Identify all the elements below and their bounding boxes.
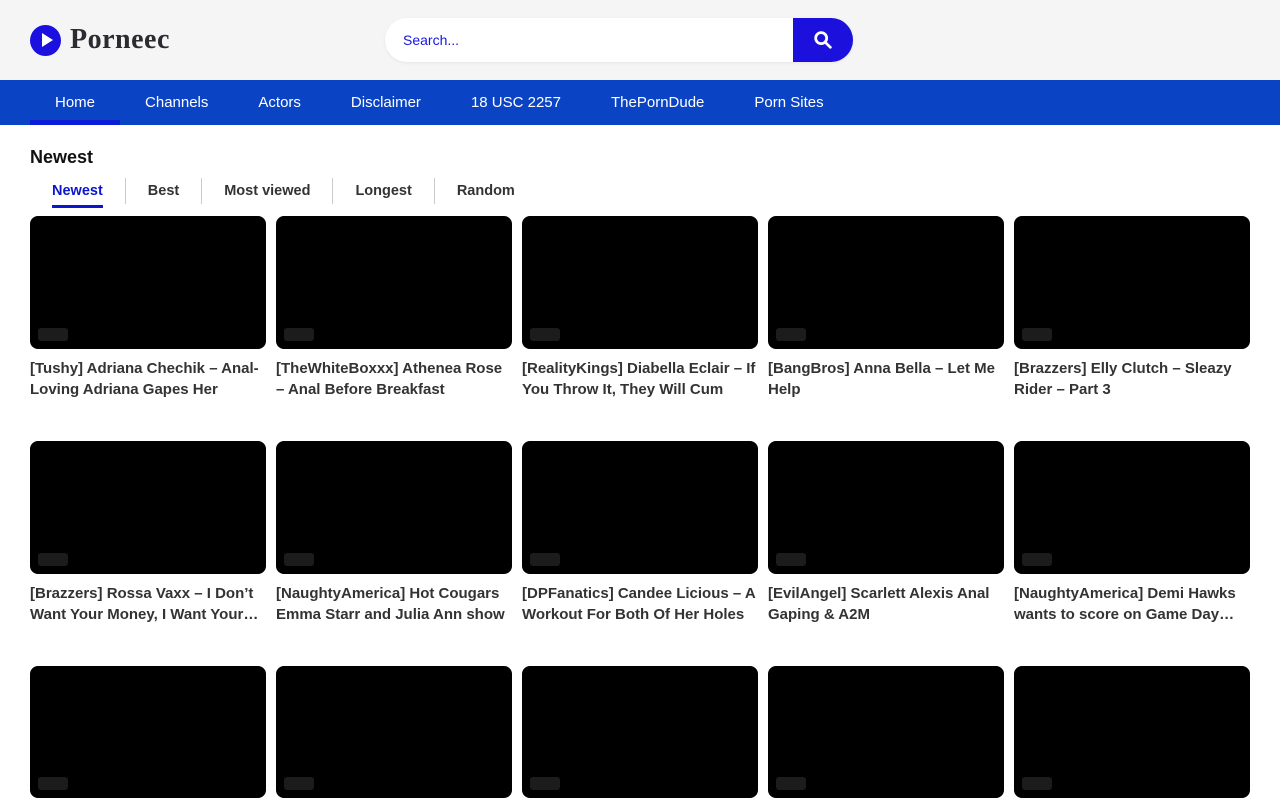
video-thumbnail[interactable] (1014, 216, 1250, 349)
video-card-2[interactable]: [TheWhiteBoxxx] Athenea Rose – Anal Befo… (276, 216, 512, 400)
nav-item-channels[interactable]: Channels (120, 80, 233, 125)
duration-badge (1022, 777, 1052, 790)
duration-badge (38, 553, 68, 566)
video-title[interactable]: [NaughtyAmerica] Hot Cougars Emma Starr … (276, 583, 512, 625)
duration-badge (38, 777, 68, 790)
duration-badge (284, 553, 314, 566)
video-title[interactable]: [RealityKings] Diabella Eclair – If You … (522, 358, 758, 400)
nav-item-label: Porn Sites (754, 94, 823, 111)
video-thumbnail[interactable] (768, 666, 1004, 799)
video-thumbnail[interactable] (276, 666, 512, 799)
main-content: Newest Newest Best Most viewed Longest R… (0, 147, 1280, 800)
sort-tab-label: Newest (52, 183, 103, 208)
nav-item-porn-sites[interactable]: Porn Sites (729, 80, 848, 125)
nav-item-label: Disclaimer (351, 94, 421, 111)
video-card-12[interactable] (276, 666, 512, 800)
video-title[interactable]: [Tushy] Adriana Chechik – Anal-Loving Ad… (30, 358, 266, 400)
sort-tab-best[interactable]: Best (126, 178, 202, 204)
video-card-7[interactable]: [NaughtyAmerica] Hot Cougars Emma Starr … (276, 441, 512, 625)
search-button[interactable] (793, 18, 853, 62)
video-thumbnail[interactable] (30, 216, 266, 349)
video-thumbnail[interactable] (276, 216, 512, 349)
video-card-4[interactable]: [BangBros] Anna Bella – Let Me Help (768, 216, 1004, 400)
video-thumbnail[interactable] (30, 441, 266, 574)
duration-badge (284, 777, 314, 790)
site-header: Porneec (0, 0, 1280, 80)
sort-tab-longest[interactable]: Longest (333, 178, 434, 204)
video-title[interactable]: [Brazzers] Rossa Vaxx – I Don’t Want You… (30, 583, 266, 625)
video-card-8[interactable]: [DPFanatics] Candee Licious – A Workout … (522, 441, 758, 625)
sort-tab-random[interactable]: Random (435, 178, 537, 204)
video-card-6[interactable]: [Brazzers] Rossa Vaxx – I Don’t Want You… (30, 441, 266, 625)
video-thumbnail[interactable] (1014, 666, 1250, 799)
duration-badge (38, 328, 68, 341)
nav-item-label: Home (55, 94, 95, 111)
video-card-11[interactable] (30, 666, 266, 800)
video-card-10[interactable]: [NaughtyAmerica] Demi Hawks wants to sco… (1014, 441, 1250, 625)
search-form (385, 18, 853, 62)
duration-badge (1022, 553, 1052, 566)
video-title[interactable]: [TheWhiteBoxxx] Athenea Rose – Anal Befo… (276, 358, 512, 400)
search-input[interactable] (385, 18, 793, 62)
video-card-13[interactable] (522, 666, 758, 800)
sort-tab-most-viewed[interactable]: Most viewed (202, 178, 333, 204)
sort-tab-newest[interactable]: Newest (30, 178, 126, 204)
nav-item-label: Actors (258, 94, 301, 111)
duration-badge (776, 777, 806, 790)
play-icon (30, 25, 61, 56)
site-name: Porneec (70, 24, 170, 56)
video-thumbnail[interactable] (768, 216, 1004, 349)
nav-item-disclaimer[interactable]: Disclaimer (326, 80, 446, 125)
video-thumbnail[interactable] (522, 441, 758, 574)
video-title[interactable]: [NaughtyAmerica] Demi Hawks wants to sco… (1014, 583, 1250, 625)
nav-item-18-usc-2257[interactable]: 18 USC 2257 (446, 80, 586, 125)
video-card-9[interactable]: [EvilAngel] Scarlett Alexis Anal Gaping … (768, 441, 1004, 625)
site-logo[interactable]: Porneec (30, 24, 170, 56)
duration-badge (284, 328, 314, 341)
video-thumbnail[interactable] (1014, 441, 1250, 574)
duration-badge (1022, 328, 1052, 341)
duration-badge (776, 328, 806, 341)
video-thumbnail[interactable] (522, 216, 758, 349)
sort-tabs: Newest Best Most viewed Longest Random (30, 178, 1250, 204)
nav-item-label: 18 USC 2257 (471, 94, 561, 111)
duration-badge (776, 553, 806, 566)
nav-item-label: ThePornDude (611, 94, 704, 111)
main-nav: Home Channels Actors Disclaimer 18 USC 2… (0, 80, 1280, 125)
duration-badge (530, 328, 560, 341)
duration-badge (530, 777, 560, 790)
duration-badge (530, 553, 560, 566)
nav-item-home[interactable]: Home (30, 80, 120, 125)
video-title[interactable]: [BangBros] Anna Bella – Let Me Help (768, 358, 1004, 400)
video-card-1[interactable]: [Tushy] Adriana Chechik – Anal-Loving Ad… (30, 216, 266, 400)
video-grid: [Tushy] Adriana Chechik – Anal-Loving Ad… (30, 216, 1250, 800)
page-title: Newest (30, 147, 1250, 168)
nav-item-actors[interactable]: Actors (233, 80, 326, 125)
video-thumbnail[interactable] (768, 441, 1004, 574)
video-card-14[interactable] (768, 666, 1004, 800)
video-title[interactable]: [Brazzers] Elly Clutch – Sleazy Rider – … (1014, 358, 1250, 400)
video-title[interactable]: [DPFanatics] Candee Licious – A Workout … (522, 583, 758, 625)
video-thumbnail[interactable] (30, 666, 266, 799)
sort-tab-label: Random (457, 183, 515, 199)
video-thumbnail[interactable] (522, 666, 758, 799)
sort-tab-label: Longest (355, 183, 411, 199)
video-card-5[interactable]: [Brazzers] Elly Clutch – Sleazy Rider – … (1014, 216, 1250, 400)
search-icon (812, 29, 834, 51)
nav-item-theporndude[interactable]: ThePornDude (586, 80, 729, 125)
sort-tab-label: Most viewed (224, 183, 310, 199)
sort-tab-label: Best (148, 183, 179, 199)
video-card-3[interactable]: [RealityKings] Diabella Eclair – If You … (522, 216, 758, 400)
video-card-15[interactable] (1014, 666, 1250, 800)
video-thumbnail[interactable] (276, 441, 512, 574)
video-title[interactable]: [EvilAngel] Scarlett Alexis Anal Gaping … (768, 583, 1004, 625)
nav-item-label: Channels (145, 94, 208, 111)
